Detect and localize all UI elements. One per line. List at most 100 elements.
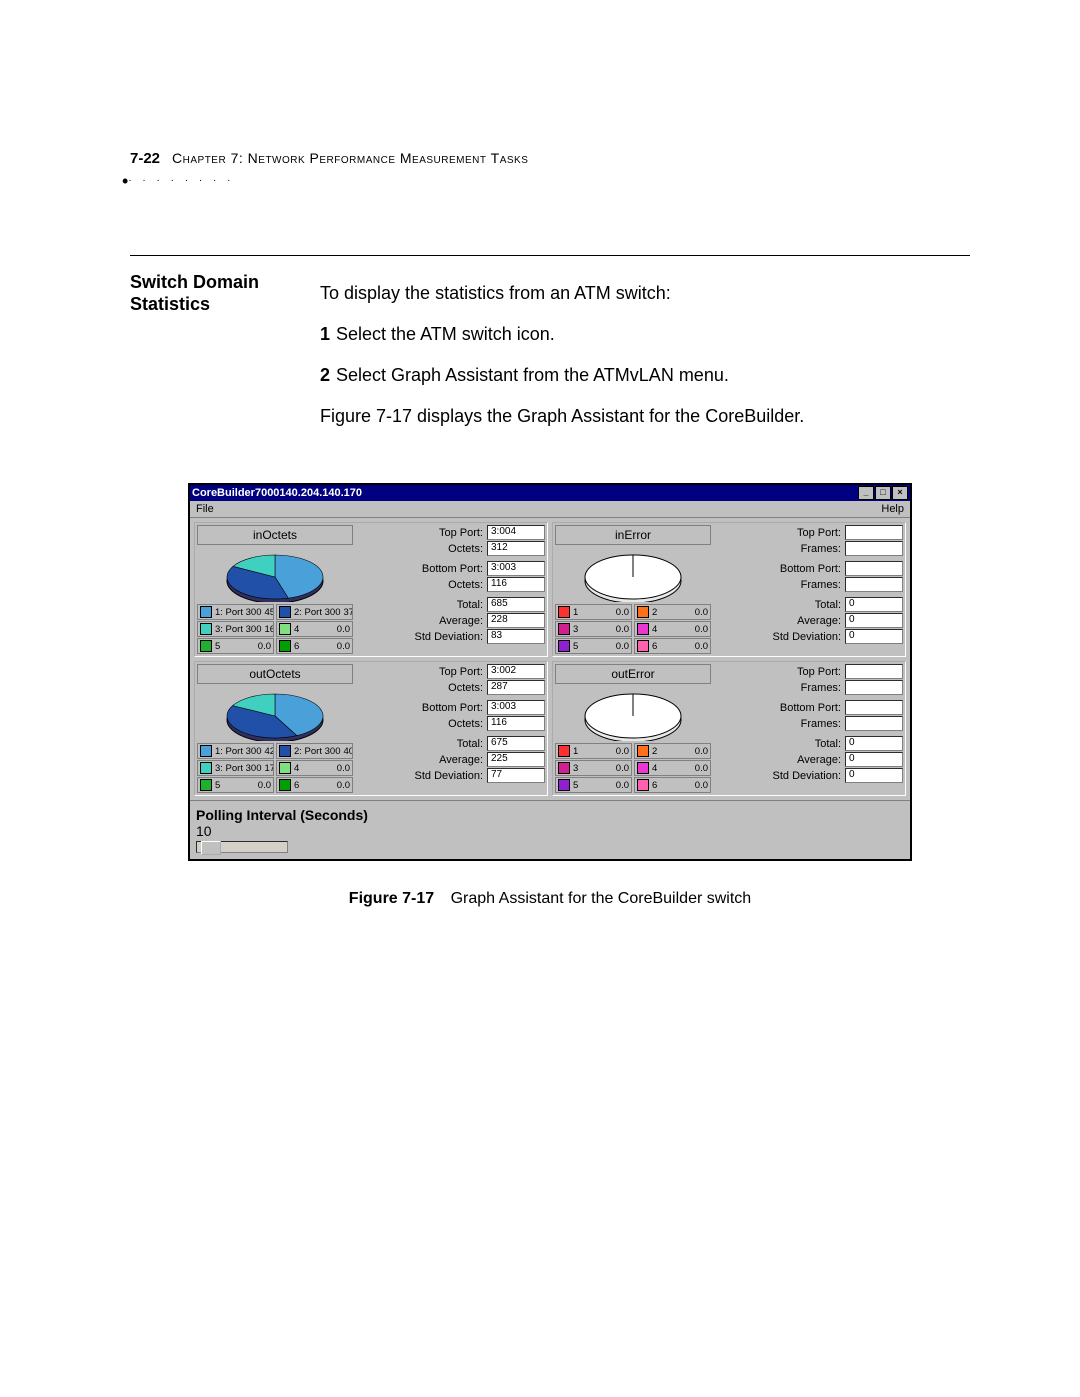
stat-value: 685	[487, 597, 545, 612]
stat-value	[845, 541, 903, 556]
graph-assistant-window: CoreBuilder7000140.204.140.170 _ □ × Fil…	[189, 484, 911, 860]
stat-label: Std Deviation:	[357, 770, 483, 782]
step-list: 1Select the ATM switch icon. 2Select Gra…	[320, 321, 970, 389]
step-text: Select Graph Assistant from the ATMvLAN …	[336, 365, 729, 385]
stat-label: Average:	[715, 754, 841, 766]
maximize-icon[interactable]: □	[875, 486, 891, 500]
stat-value: 0	[845, 736, 903, 751]
legend-item: 5 0.0	[197, 638, 274, 654]
legend-value: 0.0	[337, 641, 350, 652]
swatch-icon	[637, 779, 649, 791]
stat-label: Frames:	[715, 579, 841, 591]
stat-value	[845, 680, 903, 695]
chart-panel-inError: inError 1 0.0 2 0.0 3 0.0 4 0.0	[552, 522, 906, 657]
legend-value: 16.9	[264, 624, 274, 635]
stat-label: Frames:	[715, 718, 841, 730]
stat-label: Octets:	[357, 543, 483, 555]
swatch-icon	[558, 640, 570, 652]
legend-value: 0.0	[616, 763, 629, 774]
legend-item: 1: Port 300 42.5	[197, 743, 274, 759]
stat-value	[845, 561, 903, 576]
stat-label: Top Port:	[715, 666, 841, 678]
swatch-icon	[200, 623, 212, 635]
stat-value: 0	[845, 752, 903, 767]
polling-label: Polling Interval (Seconds)	[196, 807, 904, 823]
menu-file[interactable]: File	[196, 503, 214, 515]
stat-value: 225	[487, 752, 545, 767]
swatch-icon	[279, 779, 291, 791]
legend-value: 0.0	[337, 624, 350, 635]
stat-value: 3:003	[487, 561, 545, 576]
swatch-icon	[558, 745, 570, 757]
stat-label: Total:	[715, 599, 841, 611]
stat-label: Octets:	[357, 718, 483, 730]
legend-item: 4 0.0	[634, 621, 711, 637]
legend-value: 37.5	[343, 607, 353, 618]
stat-label: Octets:	[357, 579, 483, 591]
stat-value	[845, 716, 903, 731]
legend: 1: Port 300 45.5 2: Port 300 37.5 3: Por…	[197, 604, 353, 654]
stat-label: Total:	[357, 738, 483, 750]
legend: 1 0.0 2 0.0 3 0.0 4 0.0 5 0.0 6 0.0	[555, 743, 711, 793]
step-text: Select the ATM switch icon.	[336, 324, 555, 344]
legend: 1 0.0 2 0.0 3 0.0 4 0.0 5 0.0 6 0.0	[555, 604, 711, 654]
stat-value: 116	[487, 577, 545, 592]
stat-value: 0	[845, 613, 903, 628]
polling-slider[interactable]	[196, 841, 288, 853]
decorative-dots: · · · · · · · ·	[122, 171, 970, 185]
legend-label: 3: Port 300	[215, 763, 261, 774]
legend-value: 0.0	[695, 607, 708, 618]
menu-help[interactable]: Help	[881, 503, 904, 515]
swatch-icon	[558, 606, 570, 618]
stat-label: Octets:	[357, 682, 483, 694]
swatch-icon	[200, 779, 212, 791]
legend-item: 2: Port 300 40.3	[276, 743, 353, 759]
legend-item: 2 0.0	[634, 743, 711, 759]
swatch-icon	[558, 779, 570, 791]
legend-item: 1 0.0	[555, 604, 632, 620]
legend-label: 3	[573, 763, 613, 774]
close-icon[interactable]: ×	[892, 486, 908, 500]
stat-value: 287	[487, 680, 545, 695]
legend-value: 0.0	[695, 746, 708, 757]
stat-value: 3:002	[487, 664, 545, 679]
legend-item: 3: Port 300 16.9	[197, 621, 274, 637]
legend-item: 6 0.0	[634, 638, 711, 654]
legend-item: 3: Port 300 17.2	[197, 760, 274, 776]
legend-value: 0.0	[258, 780, 271, 791]
stat-value: 0	[845, 629, 903, 644]
legend-item: 2: Port 300 37.5	[276, 604, 353, 620]
section-heading: Switch Domain Statistics	[130, 272, 290, 444]
chart-panel-inOctets: inOctets 1: Port 300 45.5 2: Port 300 37…	[194, 522, 548, 657]
section-divider	[130, 255, 970, 256]
swatch-icon	[200, 762, 212, 774]
stat-label: Average:	[715, 615, 841, 627]
step-number: 1	[320, 324, 330, 344]
swatch-icon	[200, 606, 212, 618]
stat-label: Bottom Port:	[357, 702, 483, 714]
stat-label: Bottom Port:	[357, 563, 483, 575]
stat-value: 3:004	[487, 525, 545, 540]
swatch-icon	[279, 745, 291, 757]
legend-label: 6	[652, 780, 692, 791]
swatch-icon	[558, 623, 570, 635]
legend-value: 0.0	[616, 641, 629, 652]
intro-text: To display the statistics from an ATM sw…	[320, 280, 970, 307]
window-title: CoreBuilder7000140.204.140.170	[192, 487, 362, 499]
minimize-icon[interactable]: _	[858, 486, 874, 500]
legend-label: 2	[652, 607, 692, 618]
legend-label: 2: Port 300	[294, 746, 340, 757]
window-titlebar[interactable]: CoreBuilder7000140.204.140.170 _ □ ×	[190, 485, 910, 501]
chart-title: inError	[555, 525, 711, 545]
stat-label: Top Port:	[357, 527, 483, 539]
swatch-icon	[279, 762, 291, 774]
legend-value: 0.0	[695, 763, 708, 774]
slider-thumb-icon[interactable]	[201, 841, 221, 855]
swatch-icon	[279, 623, 291, 635]
chart-panel-outOctets: outOctets 1: Port 300 42.5 2: Port 300 4…	[194, 661, 548, 796]
legend-value: 0.0	[695, 624, 708, 635]
legend-value: 0.0	[695, 641, 708, 652]
legend-item: 6 0.0	[276, 638, 353, 654]
stat-label: Total:	[357, 599, 483, 611]
chart-title: outOctets	[197, 664, 353, 684]
